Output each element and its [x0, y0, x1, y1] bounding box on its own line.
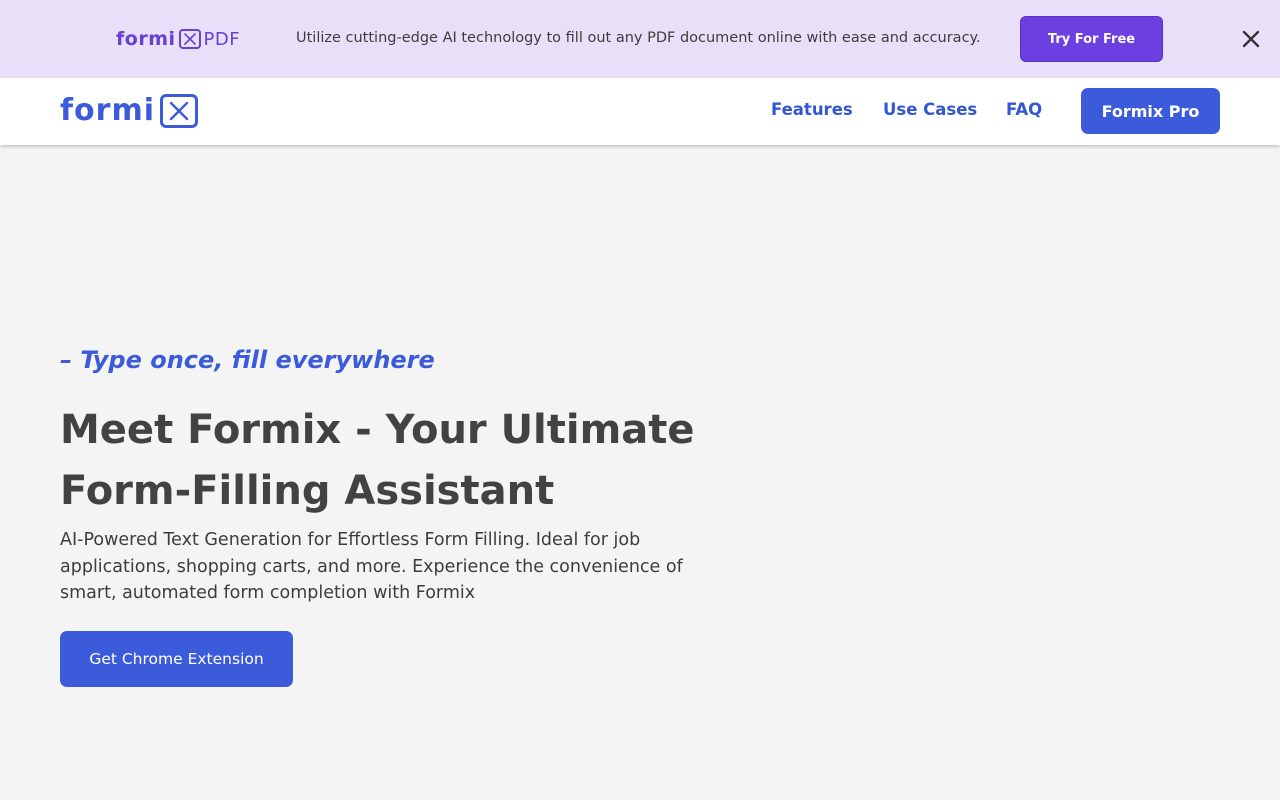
nav-features-link[interactable]: Features — [771, 100, 853, 119]
promo-logo-suffix: PDF — [203, 28, 241, 50]
promo-message: Utilize cutting-edge AI technology to fi… — [296, 30, 981, 46]
get-chrome-extension-button[interactable]: Get Chrome Extension — [60, 631, 293, 687]
hero-tagline: – Type once, fill everywhere — [60, 346, 435, 374]
x-box-icon — [178, 29, 201, 49]
nav-faq-link[interactable]: FAQ — [1006, 100, 1042, 119]
logo-wordmark: formi — [60, 93, 155, 128]
site-header: formi Features Use Cases FAQ Formix Pro — [0, 78, 1280, 145]
formix-logo[interactable]: formi — [60, 94, 198, 128]
try-for-free-button[interactable]: Try For Free — [1020, 16, 1163, 62]
formix-pdf-logo[interactable]: formi PDF — [116, 28, 240, 50]
formix-pro-button[interactable]: Formix Pro — [1081, 88, 1220, 134]
hero-headline: Meet Formix - Your Ultimate Form-Filling… — [60, 407, 695, 514]
hero-subtext: AI-Powered Text Generation for Effortles… — [60, 530, 683, 603]
close-icon[interactable] — [1240, 28, 1262, 50]
x-box-icon — [160, 94, 198, 128]
nav-use-cases-link[interactable]: Use Cases — [883, 100, 977, 119]
promo-banner: formi PDF Utilize cutting-edge AI techno… — [0, 0, 1280, 78]
promo-logo-wordmark: formi — [116, 28, 176, 50]
